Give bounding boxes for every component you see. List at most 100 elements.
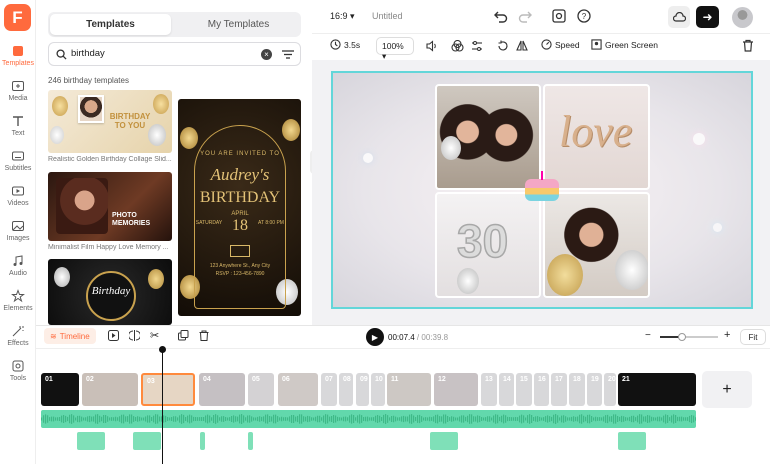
aspect-ratio-select[interactable]: 16:9 ▾ <box>330 11 355 22</box>
clip-number: 11 <box>391 376 399 383</box>
timeline-clip[interactable]: 15 <box>516 373 532 406</box>
nav-item-subtitles[interactable]: Subtitles <box>0 149 36 172</box>
timeline-clip[interactable]: 08 <box>339 373 353 406</box>
nav-label: Tools <box>9 375 27 382</box>
timeline-clip[interactable]: 21 <box>618 373 696 406</box>
add-clip-icon[interactable] <box>108 330 119 344</box>
flip-icon[interactable] <box>516 40 528 55</box>
add-scene-button[interactable]: + <box>702 371 752 408</box>
speed-button[interactable]: Speed <box>541 39 580 50</box>
nav-item-elements[interactable]: Elements <box>0 289 36 312</box>
timeline-clip[interactable]: 04 <box>199 373 245 406</box>
search-input[interactable]: birthday <box>71 48 105 59</box>
duration-control[interactable]: 3.5s <box>330 39 360 50</box>
green-screen-button[interactable]: Green Screen <box>591 39 658 50</box>
timeline-clip[interactable]: 20 <box>604 373 616 406</box>
nav-item-effects[interactable]: Effects <box>0 324 36 347</box>
export-button[interactable]: ➜ <box>696 6 719 28</box>
template-card-film-memory[interactable]: PHOTO MEMORIES <box>48 172 172 241</box>
timeline-clip[interactable]: 17 <box>551 373 567 406</box>
balloon <box>615 250 648 290</box>
undo-icon[interactable] <box>494 9 508 26</box>
balloon <box>457 268 479 294</box>
preview-canvas[interactable]: love 30 <box>331 71 753 309</box>
timeline-clip[interactable]: 09 <box>356 373 369 406</box>
clear-search-icon[interactable]: × <box>261 49 272 60</box>
template-card-black-gold-birthday[interactable]: Birthday <box>48 259 172 325</box>
timeline-clip[interactable]: 01 <box>41 373 79 406</box>
invite-line: YOU ARE INVITED TO <box>200 151 280 157</box>
cloud-save-icon[interactable] <box>668 6 690 28</box>
effects-icon <box>12 326 24 337</box>
nav-item-text[interactable]: Text <box>0 114 36 137</box>
invite-birthday: BIRTHDAY <box>199 189 281 206</box>
timeline-clip[interactable]: 13 <box>481 373 497 406</box>
timeline-clip[interactable]: 11 <box>387 373 431 406</box>
project-title[interactable]: Untitled <box>372 11 403 21</box>
nav-item-templates[interactable]: Templates <box>0 44 36 67</box>
sound-effect-clip[interactable] <box>430 432 458 450</box>
filter-icon[interactable] <box>282 49 294 63</box>
adjust-icon[interactable] <box>471 40 483 55</box>
play-button[interactable]: ▶ <box>366 328 384 346</box>
sound-effect-clip[interactable] <box>200 432 205 450</box>
volume-icon[interactable] <box>426 40 438 55</box>
app-logo[interactable]: F <box>4 4 31 31</box>
playhead[interactable] <box>159 346 166 464</box>
avatar[interactable] <box>732 7 753 28</box>
timeline-toggle[interactable]: ≋ Timeline <box>44 328 96 344</box>
color-icon[interactable] <box>451 39 464 55</box>
photo-woman-winking[interactable] <box>543 192 650 298</box>
timeline-clip[interactable]: 10 <box>371 373 385 406</box>
scissors-icon[interactable]: ✂ <box>150 329 159 342</box>
zoom-out-icon[interactable]: − <box>645 330 651 341</box>
sound-effect-clip[interactable] <box>248 432 253 450</box>
delete-icon[interactable] <box>742 39 754 55</box>
videos-icon <box>12 186 24 196</box>
clip-number: 04 <box>203 376 211 383</box>
clip-number: 13 <box>485 376 493 383</box>
timeline-clip[interactable]: 02 <box>82 373 138 406</box>
svg-text:?: ? <box>582 12 587 21</box>
nav-item-audio[interactable]: Audio <box>0 254 36 277</box>
timeline-clip[interactable]: 07 <box>321 373 337 406</box>
redo-icon[interactable] <box>518 9 532 26</box>
nav-item-images[interactable]: Images <box>0 219 36 242</box>
screenshot-icon[interactable] <box>552 9 566 26</box>
timeline-clip[interactable]: 19 <box>587 373 602 406</box>
zoom-slider[interactable] <box>660 333 718 341</box>
rotate-icon[interactable] <box>497 40 509 55</box>
nav-item-videos[interactable]: Videos <box>0 184 36 207</box>
timeline-clip[interactable]: 16 <box>534 373 549 406</box>
timeline-clip[interactable]: 03 <box>141 373 195 406</box>
audio-icon <box>13 255 23 266</box>
split-icon[interactable] <box>128 330 141 344</box>
fit-button[interactable]: Fit <box>740 329 766 345</box>
clip-number: 17 <box>555 376 563 383</box>
zoom-in-icon[interactable]: + <box>724 329 730 341</box>
trash-icon[interactable] <box>199 330 209 344</box>
timeline-clip[interactable]: 14 <box>499 373 514 406</box>
help-icon[interactable]: ? <box>577 9 591 26</box>
nav-item-media[interactable]: Media <box>0 79 36 102</box>
sound-effect-clip[interactable] <box>133 432 161 450</box>
audio-track[interactable] <box>41 410 696 428</box>
clip-number: 14 <box>503 376 511 383</box>
template-card-golden-birthday[interactable]: BIRTHDAY TO YOU <box>48 90 172 153</box>
photo-30-balloons[interactable]: 30 <box>435 192 541 298</box>
sound-effect-clip[interactable] <box>618 432 646 450</box>
tab-my-templates[interactable]: My Templates <box>178 14 299 35</box>
zoom-select[interactable]: 100% ▾ <box>376 37 414 61</box>
duplicate-icon[interactable] <box>178 330 189 344</box>
number-balloon-text: 30 <box>456 214 509 268</box>
nav-item-tools[interactable]: Tools <box>0 359 36 382</box>
timeline-clip[interactable]: 12 <box>434 373 478 406</box>
timeline-clip[interactable]: 05 <box>248 373 274 406</box>
timeline-clip[interactable]: 06 <box>278 373 318 406</box>
clip-number: 15 <box>520 376 528 383</box>
template-card-birthday-invitation[interactable]: YOU ARE INVITED TO Audrey's BIRTHDAY APR… <box>178 99 301 316</box>
sound-effect-clip[interactable] <box>77 432 105 450</box>
template-caption: Minimalist Film Happy Love Memory ... <box>48 244 169 251</box>
timeline-clip[interactable]: 18 <box>569 373 585 406</box>
tab-templates[interactable]: Templates <box>50 14 171 35</box>
